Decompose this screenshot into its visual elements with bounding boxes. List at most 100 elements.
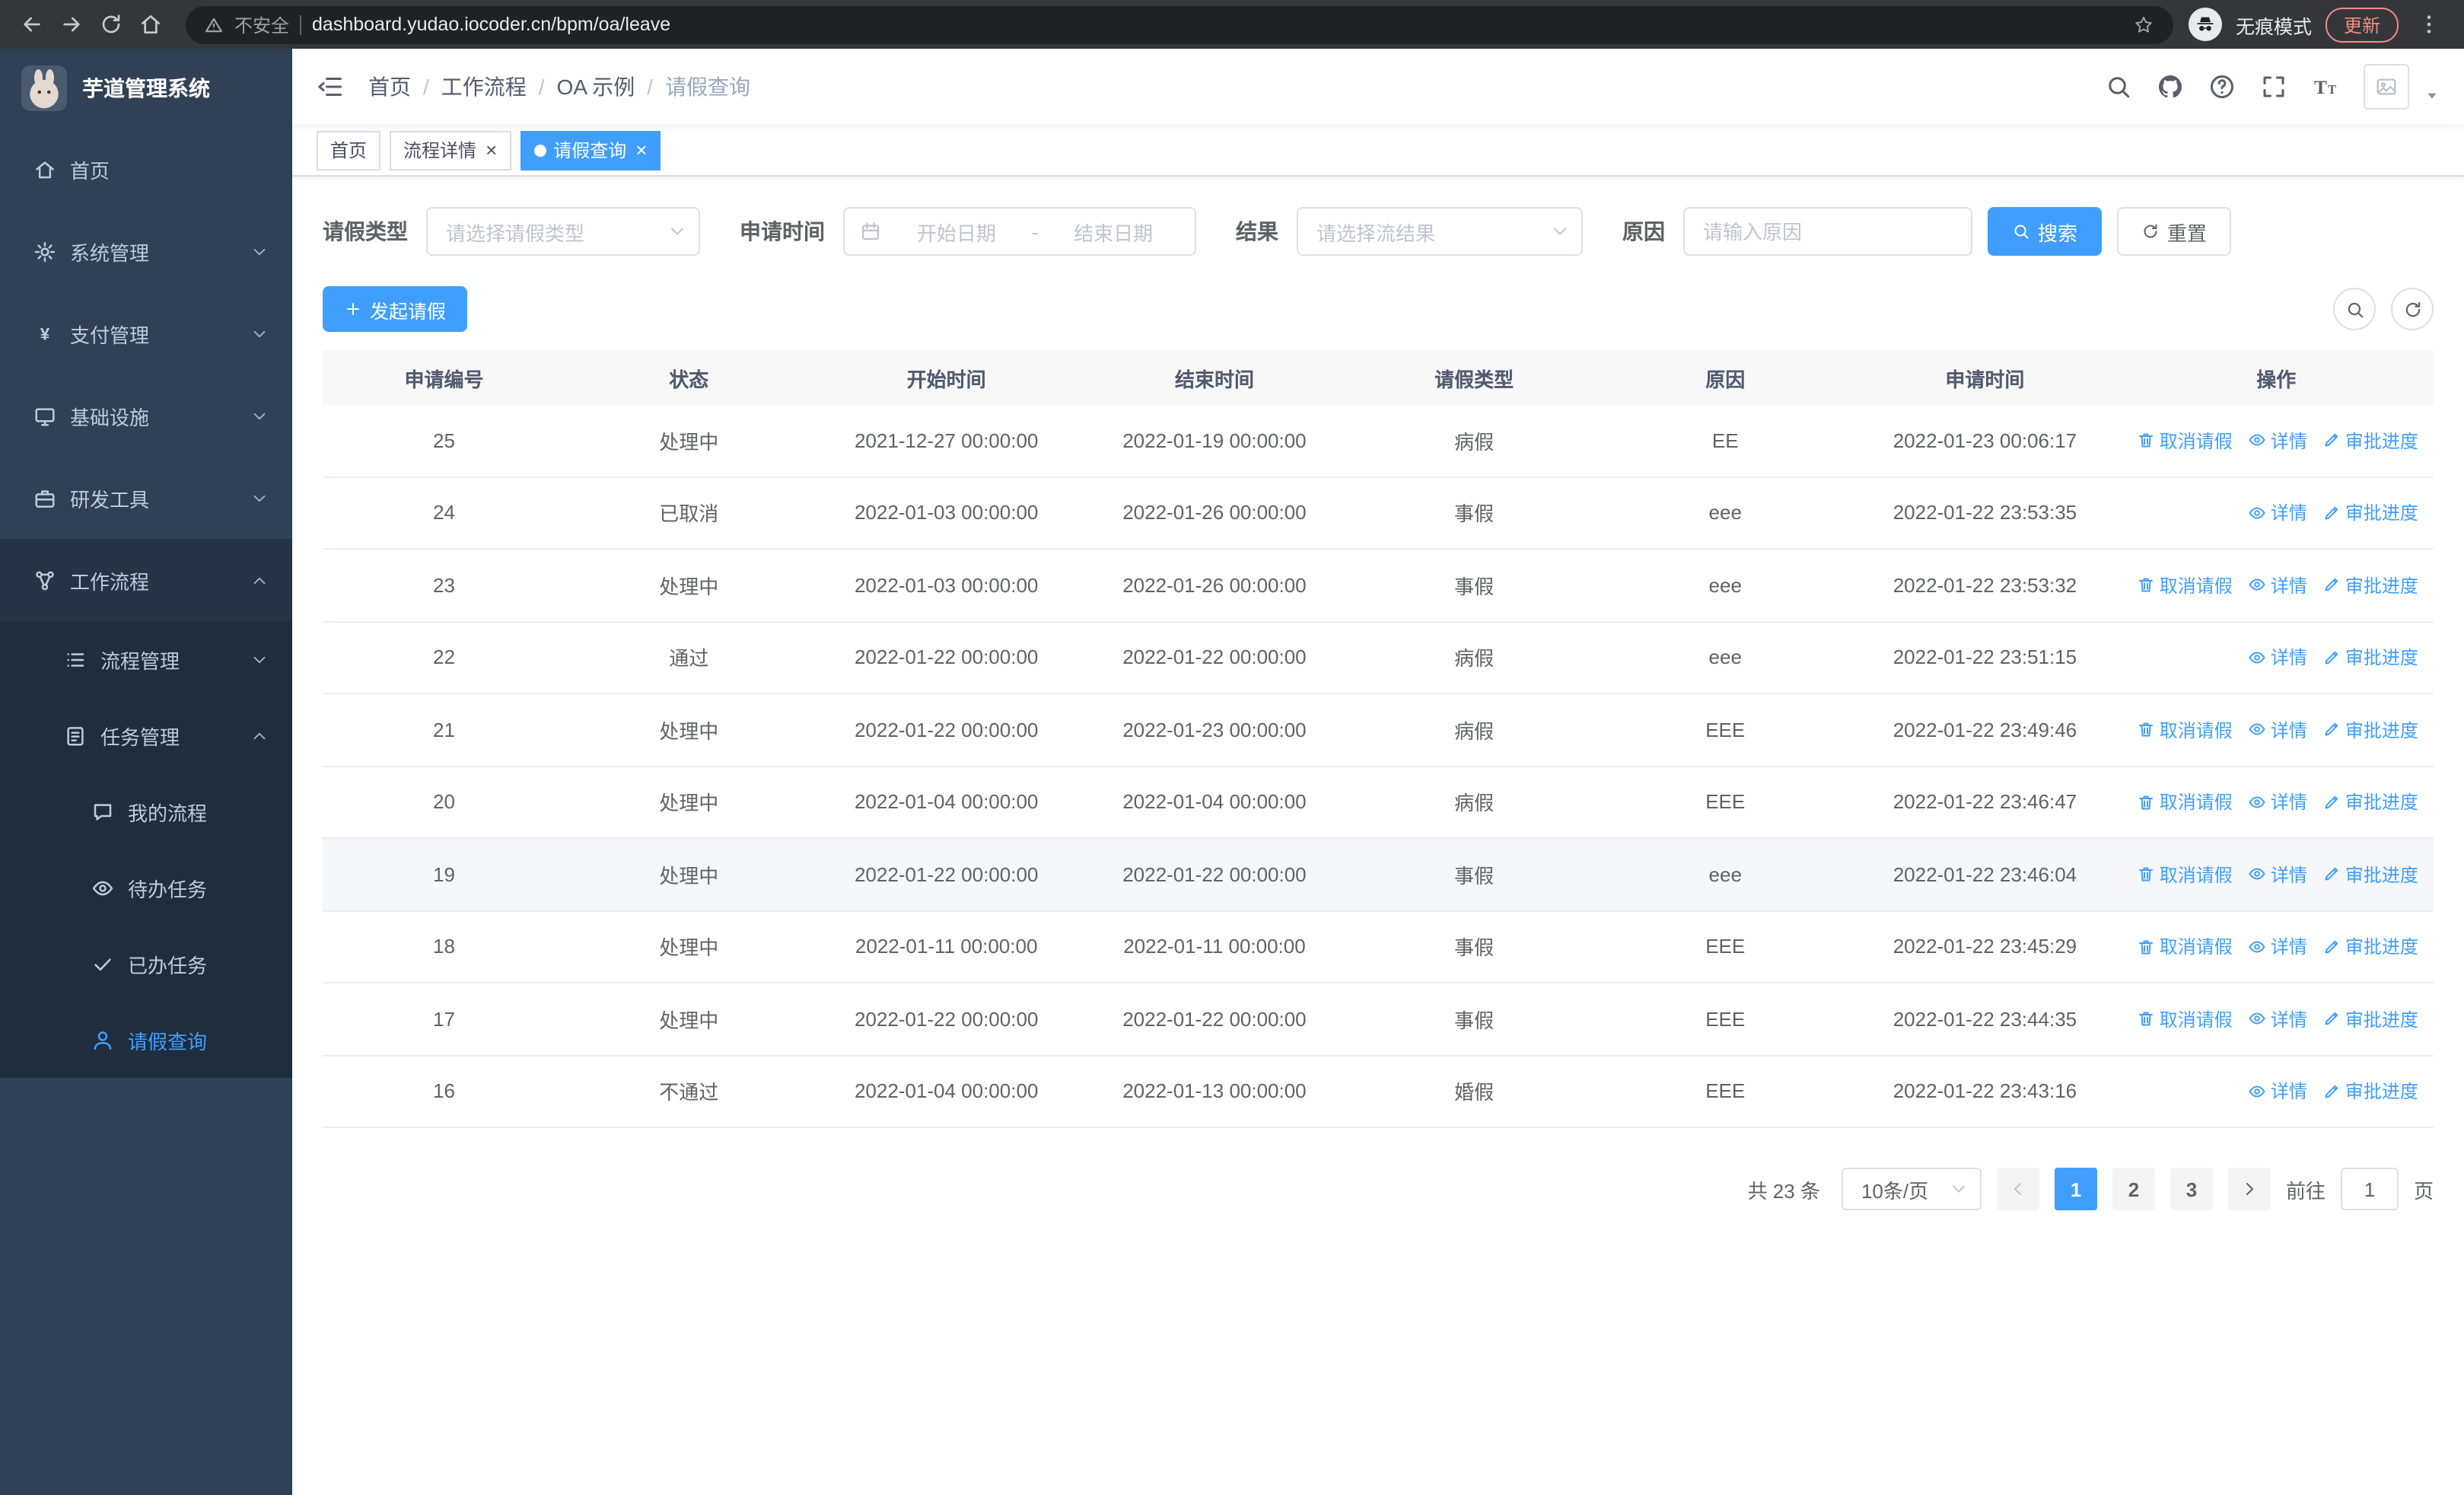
cell-end: 2022-01-22 00:00:00 — [1122, 862, 1307, 886]
cancel-leave-link[interactable]: 取消请假 — [2137, 789, 2233, 815]
cancel-leave-link[interactable]: 取消请假 — [2137, 934, 2233, 960]
browser-reload-icon[interactable] — [91, 5, 131, 44]
help-icon[interactable] — [2208, 73, 2236, 100]
cancel-leave-link[interactable]: 取消请假 — [2137, 1006, 2233, 1032]
cancel-leave-link[interactable]: 取消请假 — [2137, 428, 2233, 454]
cell-id: 16 — [433, 1079, 455, 1103]
detail-link[interactable]: 详情 — [2248, 862, 2307, 888]
update-button[interactable]: 更新 — [2325, 7, 2399, 42]
result-select[interactable]: 请选择流结果 — [1297, 207, 1583, 256]
tab[interactable]: 请假查询 × — [520, 130, 661, 170]
approval-progress-link[interactable]: 审批进度 — [2322, 934, 2418, 960]
approval-progress-link[interactable]: 审批进度 — [2322, 717, 2418, 743]
close-icon[interactable]: × — [635, 140, 647, 160]
sidebar-item[interactable]: ¥ 支付管理 — [0, 292, 292, 375]
detail-link[interactable]: 详情 — [2248, 934, 2307, 960]
breadcrumb-item[interactable]: 首页 — [368, 72, 411, 102]
page-content: 请假类型 请选择请假类型 申请时间 开始日期 - 结束日期 结果 请选择流结果 … — [292, 177, 2464, 1495]
next-page-button[interactable] — [2227, 1168, 2271, 1210]
detail-link[interactable]: 详情 — [2248, 789, 2307, 815]
browser-menu-icon[interactable] — [2412, 8, 2446, 41]
cancel-leave-link[interactable]: 取消请假 — [2137, 572, 2233, 598]
fullscreen-icon[interactable] — [2260, 73, 2287, 100]
sidebar-item[interactable]: 待办任务 — [0, 850, 292, 926]
prev-page-button[interactable] — [1996, 1168, 2039, 1210]
detail-link[interactable]: 详情 — [2248, 1006, 2307, 1032]
address-bar[interactable]: 不安全 dashboard.yudao.iocoder.cn/bpm/oa/le… — [186, 5, 2173, 43]
browser-home-icon[interactable] — [131, 5, 170, 44]
action-label: 审批进度 — [2345, 792, 2418, 814]
approval-progress-link[interactable]: 审批进度 — [2322, 428, 2418, 454]
breadcrumb-item[interactable]: OA 示例 — [557, 72, 635, 102]
page-button[interactable]: 3 — [2170, 1168, 2213, 1210]
action-label: 审批进度 — [2345, 575, 2418, 597]
logo[interactable]: 芋道管理系统 — [0, 49, 292, 128]
chevron-right-icon — [2240, 1180, 2259, 1198]
approval-progress-link[interactable]: 审批进度 — [2322, 1079, 2418, 1105]
sidebar-item[interactable]: 我的流程 — [0, 773, 292, 850]
avatar-image-icon — [2374, 75, 2399, 99]
cell-reason: EE — [1711, 429, 1739, 452]
sidebar-item[interactable]: 基础设施 — [0, 375, 292, 457]
detail-link[interactable]: 详情 — [2248, 645, 2307, 671]
tab[interactable]: 流程详情 × — [390, 130, 511, 170]
tab[interactable]: 首页 — [317, 130, 381, 170]
search-icon[interactable] — [2105, 73, 2132, 100]
github-icon[interactable] — [2157, 73, 2184, 100]
approval-progress-link[interactable]: 审批进度 — [2322, 789, 2418, 815]
approval-progress-link[interactable]: 审批进度 — [2322, 500, 2418, 526]
cell-end: 2022-01-19 00:00:00 — [1122, 429, 1307, 452]
user-menu-caret-icon[interactable] — [2424, 88, 2440, 104]
approval-progress-link[interactable]: 审批进度 — [2322, 645, 2418, 671]
page-button[interactable]: 2 — [2112, 1168, 2155, 1210]
refresh-table-button[interactable] — [2391, 288, 2434, 330]
search-button[interactable]: 搜索 — [1988, 207, 2103, 256]
detail-link[interactable]: 详情 — [2248, 1079, 2307, 1105]
goto-page-input[interactable] — [2340, 1168, 2399, 1210]
detail-link[interactable]: 详情 — [2248, 500, 2307, 526]
apply-time-range-picker[interactable]: 开始日期 - 结束日期 — [843, 207, 1196, 256]
page-button[interactable]: 1 — [2054, 1168, 2097, 1210]
close-icon[interactable]: × — [485, 140, 497, 160]
approval-progress-link[interactable]: 审批进度 — [2322, 572, 2418, 598]
sidebar-item[interactable]: 已办任务 — [0, 926, 292, 1002]
approval-progress-link[interactable]: 审批进度 — [2322, 862, 2418, 888]
edit-icon — [2322, 432, 2341, 450]
sidebar-item[interactable]: 流程管理 — [0, 621, 292, 697]
cell-applied: 2022-01-22 23:53:32 — [1893, 573, 2077, 597]
cell-type: 婚假 — [1454, 1081, 1495, 1105]
sidebar-item[interactable]: 请假查询 — [0, 1002, 292, 1078]
browser-forward-icon[interactable] — [52, 5, 91, 44]
reason-input[interactable] — [1683, 207, 1972, 256]
main-area: 首页 / 工作流程 / OA 示例 / 请假查询 TT 首页 流程详情 × 请假查询 × 请假类型 — [292, 49, 2464, 1495]
browser-back-icon[interactable] — [12, 5, 52, 44]
detail-link[interactable]: 详情 — [2248, 428, 2307, 454]
create-leave-button[interactable]: 发起请假 — [323, 286, 468, 332]
cell-type: 事假 — [1454, 864, 1495, 888]
bookmark-star-icon[interactable] — [2132, 13, 2155, 36]
cancel-leave-link[interactable]: 取消请假 — [2137, 717, 2233, 743]
header-actions: TT — [2105, 64, 2440, 110]
leave-type-select[interactable]: 请选择请假类型 — [426, 207, 700, 256]
sidebar-item[interactable]: 任务管理 — [0, 697, 292, 773]
user-avatar[interactable] — [2364, 64, 2409, 110]
cell-status: 处理中 — [659, 719, 719, 743]
font-size-icon[interactable]: TT — [2312, 73, 2339, 100]
sidebar-item[interactable]: 首页 — [0, 128, 292, 210]
sidebar-item[interactable]: 研发工具 — [0, 457, 292, 539]
cell-start: 2022-01-04 00:00:00 — [854, 1079, 1039, 1103]
detail-link[interactable]: 详情 — [2248, 717, 2307, 743]
reset-button[interactable]: 重置 — [2117, 207, 2232, 256]
sidebar-item[interactable]: 系统管理 — [0, 210, 292, 292]
page-size-select[interactable]: 10条/页 — [1841, 1168, 1982, 1210]
cell-reason: eee — [1708, 645, 1742, 669]
breadcrumb-item[interactable]: 工作流程 — [441, 72, 527, 102]
sidebar-toggle-icon[interactable] — [317, 73, 344, 100]
sidebar-item[interactable]: 工作流程 — [0, 539, 292, 621]
sidebar-item-label: 工作流程 — [70, 570, 150, 593]
toggle-search-button[interactable] — [2333, 288, 2376, 330]
cancel-leave-link[interactable]: 取消请假 — [2137, 862, 2233, 888]
goto-suffix: 页 — [2413, 1179, 2434, 1202]
detail-link[interactable]: 详情 — [2248, 572, 2307, 598]
approval-progress-link[interactable]: 审批进度 — [2322, 1006, 2418, 1032]
